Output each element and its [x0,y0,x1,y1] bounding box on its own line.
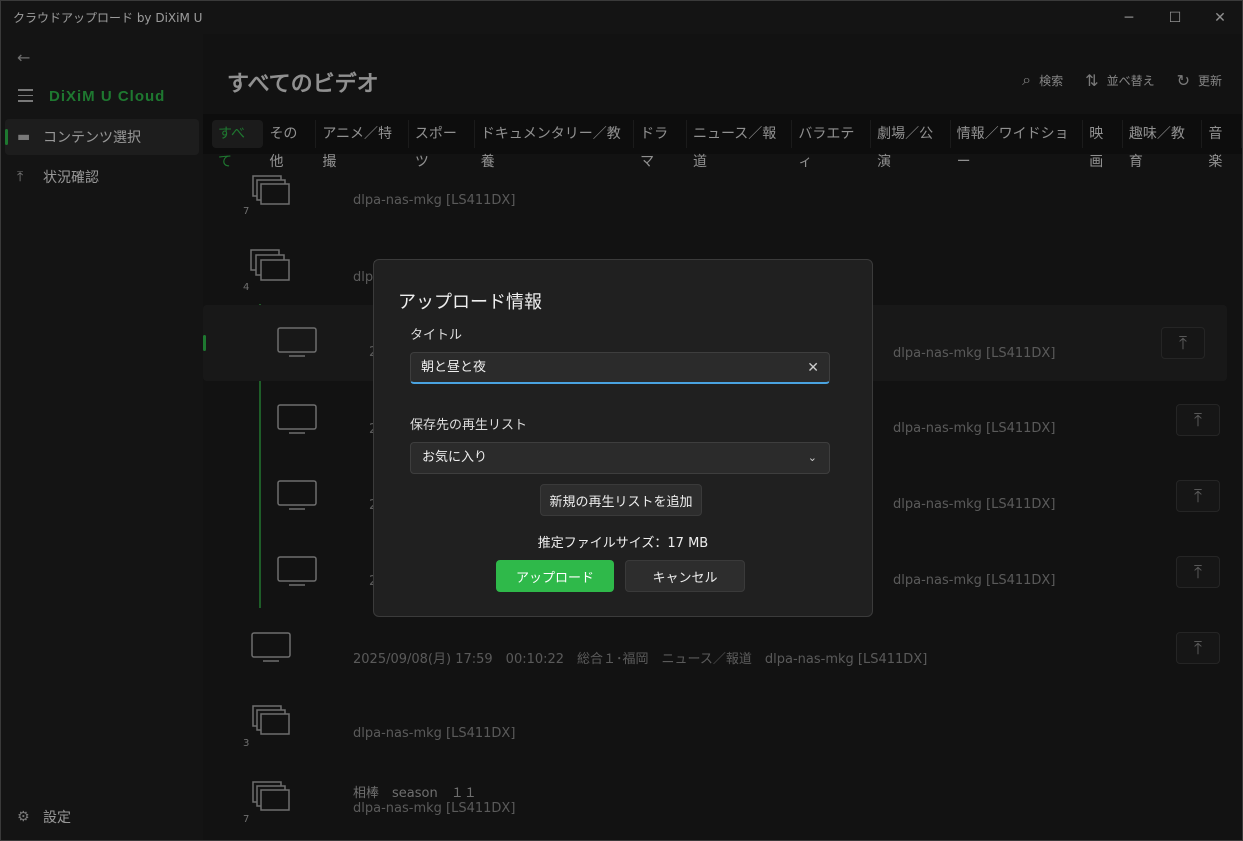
sidebar-item-content-select[interactable]: ▬ コンテンツ選択 [5,119,199,155]
title-input-value: 朝と昼と夜 [421,360,487,375]
toolbar: ⌕ 検索 ⇅ 並べ替え ↻ 更新 [1022,70,1222,90]
sort-icon: ⇅ [1085,70,1099,90]
tab-all[interactable]: すべて [212,120,264,170]
tab-anime[interactable]: アニメ／特撮 [316,120,409,170]
list-item[interactable]: 7 dlpa-nas-mkg [LS411DX] [203,162,1242,236]
upload-icon: ⤒ [17,169,24,185]
sort-label: 並べ替え [1106,73,1155,88]
refresh-icon: ↻ [1176,70,1190,90]
dialog-title: アップロード情報 [398,292,542,313]
tv-icon [251,632,291,662]
upload-button[interactable]: ⤒ [1176,632,1220,664]
sidebar-item-label: 状況確認 [43,170,99,186]
content-icon: ▬ [17,129,31,145]
playlist-dropdown-value: お気に入り [422,450,488,465]
folder-stack-icon [252,705,290,735]
tab-info[interactable]: 情報／ワイドショー [951,120,1084,170]
minimize-button[interactable]: ─ [1106,1,1152,34]
active-indicator [5,129,8,145]
tv-icon [277,480,317,510]
upload-button[interactable]: ⤒ [1176,404,1220,436]
upload-info-dialog: アップロード情報 タイトル 朝と昼と夜 ✕ 保存先の再生リスト お気に入り ⌄ … [373,259,873,617]
playlist-dropdown[interactable]: お気に入り ⌄ [410,442,830,474]
sidebar-item-label: コンテンツ選択 [43,130,141,146]
title-input[interactable]: 朝と昼と夜 ✕ [410,352,830,384]
tv-icon [277,556,317,586]
item-source: dlpa-nas-mkg [LS411DX] [893,421,1056,436]
item-count: 7 [243,206,250,217]
tv-icon [277,404,317,434]
tab-other[interactable]: その他 [263,120,317,170]
upload-button[interactable]: ⤒ [1161,327,1205,359]
upload-icon: ⤒ [1179,332,1187,354]
list-item[interactable]: 7 相棒 season １１ dlpa-nas-mkg [LS411DX] [203,766,1242,840]
folder-stack-icon [250,249,290,281]
app-logo: DiXiM U Cloud [49,88,166,105]
gear-icon: ⚙ [17,809,30,825]
upload-icon: ⤒ [1194,561,1202,583]
upload-button[interactable]: ⤒ [1176,556,1220,588]
chevron-down-icon: ⌄ [807,451,817,464]
page-title: すべてのビデオ [227,72,379,97]
item-count: 7 [243,814,250,825]
item-name: 相棒 season １１ [353,786,477,801]
tab-variety[interactable]: バラエティ [792,120,872,170]
tab-hobby[interactable]: 趣味／教育 [1123,120,1203,170]
estimated-size: 推定ファイルサイズ：17 MB [537,536,709,551]
tab-documentary[interactable]: ドキュメンタリー／教養 [475,120,635,170]
item-meta: dlp [353,270,374,285]
search-icon: ⌕ [1022,70,1032,89]
upload-icon: ⤒ [1194,485,1202,507]
tab-drama[interactable]: ドラマ [634,120,687,170]
item-source: dlpa-nas-mkg [LS411DX] [893,346,1056,361]
item-count: 3 [243,738,250,749]
menu-icon[interactable] [18,89,33,106]
tab-music[interactable]: 音楽 [1202,120,1242,170]
tab-movie[interactable]: 映画 [1083,120,1123,170]
item-meta: 2025/09/08(月) 17:59 00:10:22 総合１･福岡 ニュース… [353,652,928,667]
upload-icon: ⤒ [1194,409,1202,431]
tab-sports[interactable]: スポーツ [409,120,475,170]
list-item[interactable]: 3 dlpa-nas-mkg [LS411DX] [203,694,1242,768]
category-tabs: すべて その他 アニメ／特撮 スポーツ ドキュメンタリー／教養 ドラマ ニュース… [203,114,1242,170]
upload-button[interactable]: ⤒ [1176,480,1220,512]
folder-stack-icon [252,175,290,205]
sidebar: ← DiXiM U Cloud ▬ コンテンツ選択 ⤒ 状況確認 ⚙ 設定 [1,34,203,840]
sidebar-item-settings[interactable]: ⚙ 設定 [5,799,199,835]
item-source: dlpa-nas-mkg [LS411DX] [893,497,1056,512]
back-arrow-icon[interactable]: ← [17,48,30,67]
clear-icon[interactable]: ✕ [807,353,819,383]
app-window: クラウドアップロード by DiXiM U ─ ☐ ✕ ← DiXiM U Cl… [0,0,1243,841]
refresh-button[interactable]: ↻ 更新 [1177,70,1222,90]
upload-confirm-button[interactable]: アップロード [496,560,614,592]
item-source: dlpa-nas-mkg [LS411DX] [893,573,1056,588]
app-title: クラウドアップロード by DiXiM U [13,11,203,25]
cancel-button[interactable]: キャンセル [625,560,745,592]
selection-indicator [203,335,206,351]
item-meta: dlpa-nas-mkg [LS411DX] [353,193,516,208]
sort-button[interactable]: ⇅ 並べ替え [1085,70,1154,90]
search-button[interactable]: ⌕ 検索 [1022,70,1063,90]
sidebar-item-label: 設定 [43,810,71,826]
tv-icon [277,327,317,357]
maximize-button[interactable]: ☐ [1152,1,1198,34]
tab-news[interactable]: ニュース／報道 [687,120,793,170]
tab-theater[interactable]: 劇場／公演 [871,120,951,170]
sidebar-item-status[interactable]: ⤒ 状況確認 [5,159,199,195]
title-bar: クラウドアップロード by DiXiM U ─ ☐ ✕ [1,1,1242,34]
folder-stack-icon [252,781,290,811]
add-playlist-button[interactable]: 新規の再生リストを追加 [540,484,702,516]
search-label: 検索 [1039,73,1064,88]
refresh-label: 更新 [1197,73,1222,88]
close-button[interactable]: ✕ [1197,1,1243,34]
playlist-label: 保存先の再生リスト [410,418,528,433]
title-label: タイトル [410,328,463,343]
item-count: 4 [243,282,250,293]
item-meta: dlpa-nas-mkg [LS411DX] [353,801,516,816]
list-item[interactable]: 2025/09/08(月) 17:59 00:10:22 総合１･福岡 ニュース… [203,616,1242,690]
item-meta: dlpa-nas-mkg [LS411DX] [353,726,516,741]
upload-icon: ⤒ [1194,637,1202,659]
